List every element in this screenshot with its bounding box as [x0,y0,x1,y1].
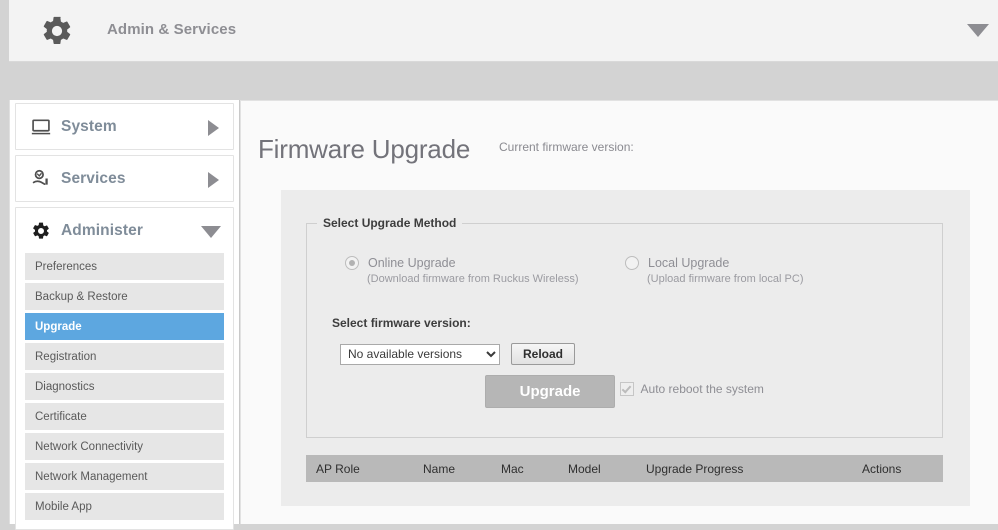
auto-reboot-checkbox[interactable] [620,382,634,396]
fieldset-legend: Select Upgrade Method [317,216,462,230]
arrow-down-icon [201,226,221,238]
local-upgrade-sublabel: (Upload firmware from local PC) [647,273,803,285]
sidebar-group-administer: Administer Preferences Backup & Restore … [15,207,234,530]
ap-upgrade-table-header: AP Role Name Mac Model Upgrade Progress … [306,455,943,482]
top-bar: Admin & Services [9,0,998,62]
arrow-right-icon [208,120,219,136]
top-band-divider [0,62,998,100]
column-header-actions: Actions [862,462,901,476]
firmware-version-select[interactable]: No available versions [340,344,500,365]
online-upgrade-label: Online Upgrade [368,256,456,270]
online-upgrade-option[interactable]: Online Upgrade (Download firmware from R… [345,256,579,285]
sidebar-item-upgrade[interactable]: Upgrade [25,313,224,340]
sidebar-item-administer[interactable]: Administer [16,208,233,253]
main-content: Firmware Upgrade Current firmware versio… [240,100,998,524]
select-firmware-version-label: Select firmware version: [332,316,471,330]
sidebar-subitem-label: Certificate [35,411,87,423]
online-upgrade-radio[interactable] [345,256,359,270]
sidebar-group-label: System [61,118,117,136]
upgrade-button[interactable]: Upgrade [485,375,615,408]
sidebar-item-mobile-app[interactable]: Mobile App [25,493,224,520]
sidebar-item-backup-restore[interactable]: Backup & Restore [25,283,224,310]
sidebar-item-system[interactable]: System [16,104,233,149]
column-header-mac: Mac [501,462,524,476]
sidebar-item-diagnostics[interactable]: Diagnostics [25,373,224,400]
page-title: Firmware Upgrade [258,134,470,165]
local-upgrade-option[interactable]: Local Upgrade (Upload firmware from loca… [625,256,803,285]
sidebar-subitem-label: Preferences [35,261,97,273]
sidebar-group-label: Services [61,170,126,188]
sidebar-subitems: Preferences Backup & Restore Upgrade Reg… [16,253,233,529]
upgrade-action-area: Upgrade Auto reboot the system [307,375,942,408]
sidebar-item-network-connectivity[interactable]: Network Connectivity [25,433,224,460]
column-header-ap-role: AP Role [316,462,360,476]
gear-icon [30,220,52,242]
sidebar-group-system: System [15,103,234,150]
monitor-icon [30,116,52,138]
upgrade-method-radio-group: Online Upgrade (Download firmware from R… [307,256,942,306]
auto-reboot-row[interactable]: Auto reboot the system [620,382,764,396]
sidebar-item-services[interactable]: Services [16,156,233,201]
sidebar-subitem-label: Backup & Restore [35,291,128,303]
sidebar-subitem-label: Network Management [35,471,148,483]
sidebar-subitem-label: Network Connectivity [35,441,143,453]
sidebar-item-registration[interactable]: Registration [25,343,224,370]
gear-icon [40,14,74,48]
select-upgrade-method-fieldset: Select Upgrade Method Online Upgrade (Do… [306,216,943,438]
online-upgrade-sublabel: (Download firmware from Ruckus Wireless) [367,273,579,285]
firmware-version-row: No available versions Reload [340,343,575,365]
auto-reboot-label: Auto reboot the system [641,382,764,396]
column-header-name: Name [423,462,455,476]
sidebar-subitem-label: Upgrade [35,321,82,333]
caret-down-icon[interactable] [967,24,989,37]
sidebar-group-services: Services [15,155,234,202]
local-upgrade-label: Local Upgrade [648,256,729,270]
sidebar-item-preferences[interactable]: Preferences [25,253,224,280]
upgrade-panel: Select Upgrade Method Online Upgrade (Do… [281,190,970,506]
arrow-right-icon [208,172,219,188]
sidebar: System Services [9,100,240,524]
column-header-model: Model [568,462,601,476]
sidebar-item-network-management[interactable]: Network Management [25,463,224,490]
local-upgrade-radio[interactable] [625,256,639,270]
topbar-title: Admin & Services [107,21,236,38]
current-firmware-version: Current firmware version: [499,140,634,154]
sidebar-subitem-label: Diagnostics [35,381,94,393]
reload-button[interactable]: Reload [511,343,575,365]
sidebar-item-certificate[interactable]: Certificate [25,403,224,430]
sidebar-subitem-label: Registration [35,351,96,363]
services-hand-icon [30,168,52,190]
sidebar-subitem-label: Mobile App [35,501,92,513]
column-header-upgrade-progress: Upgrade Progress [646,462,743,476]
sidebar-group-label: Administer [61,222,143,240]
